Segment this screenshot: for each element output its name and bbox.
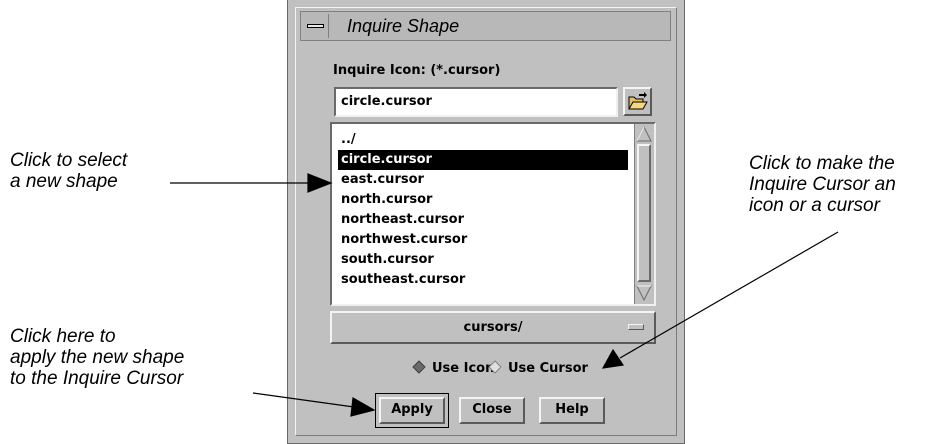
open-folder-icon bbox=[628, 92, 648, 110]
list-item-selected[interactable]: circle.cursor bbox=[338, 150, 628, 170]
window-title: Inquire Shape bbox=[347, 16, 460, 36]
scroll-up-arrow-icon[interactable] bbox=[635, 125, 653, 143]
directory-label: cursors/ bbox=[463, 320, 523, 335]
annotation-apply-shape: Click here to apply the new shape to the… bbox=[10, 326, 185, 389]
list-item[interactable]: northwest.cursor bbox=[338, 230, 628, 250]
list-item[interactable]: southeast.cursor bbox=[338, 270, 628, 290]
radio-use-icon[interactable]: Use Icon bbox=[412, 360, 494, 378]
scroll-down-arrow-icon[interactable] bbox=[635, 284, 653, 302]
title-bar[interactable]: Inquire Shape bbox=[300, 11, 671, 41]
radio-use-icon-label: Use Icon bbox=[432, 361, 495, 376]
list-item[interactable]: south.cursor bbox=[338, 250, 628, 270]
window-menu-icon bbox=[307, 24, 324, 28]
directory-option-menu[interactable]: cursors/ bbox=[330, 311, 656, 344]
list-item[interactable]: northeast.cursor bbox=[338, 210, 628, 230]
filename-field[interactable]: circle.cursor bbox=[334, 87, 618, 117]
radio-use-cursor-label: Use Cursor bbox=[508, 361, 588, 376]
list-item[interactable]: ../ bbox=[338, 130, 628, 150]
radio-unselected-diamond-icon bbox=[488, 360, 502, 374]
list-item[interactable]: east.cursor bbox=[338, 170, 628, 190]
file-list-scrollbar[interactable] bbox=[634, 124, 654, 304]
apply-button[interactable]: Apply bbox=[379, 397, 445, 424]
window-menu-button[interactable] bbox=[303, 14, 329, 38]
radio-use-cursor[interactable]: Use Cursor bbox=[488, 360, 588, 378]
inquire-icon-label: Inquire Icon: (*.cursor) bbox=[333, 63, 501, 78]
radio-selected-diamond-icon bbox=[412, 360, 426, 374]
scroll-thumb[interactable] bbox=[637, 144, 651, 282]
browse-folder-button[interactable] bbox=[623, 87, 652, 116]
help-button[interactable]: Help bbox=[539, 397, 605, 424]
annotation-icon-or-cursor: Click to make the Inquire Cursor an icon… bbox=[749, 153, 896, 216]
list-item[interactable]: north.cursor bbox=[338, 190, 628, 210]
file-list[interactable]: ../ circle.cursor east.cursor north.curs… bbox=[330, 122, 656, 306]
option-menu-indicator-icon bbox=[628, 324, 644, 330]
close-button[interactable]: Close bbox=[459, 397, 525, 424]
annotation-select-shape: Click to select a new shape bbox=[10, 150, 128, 192]
